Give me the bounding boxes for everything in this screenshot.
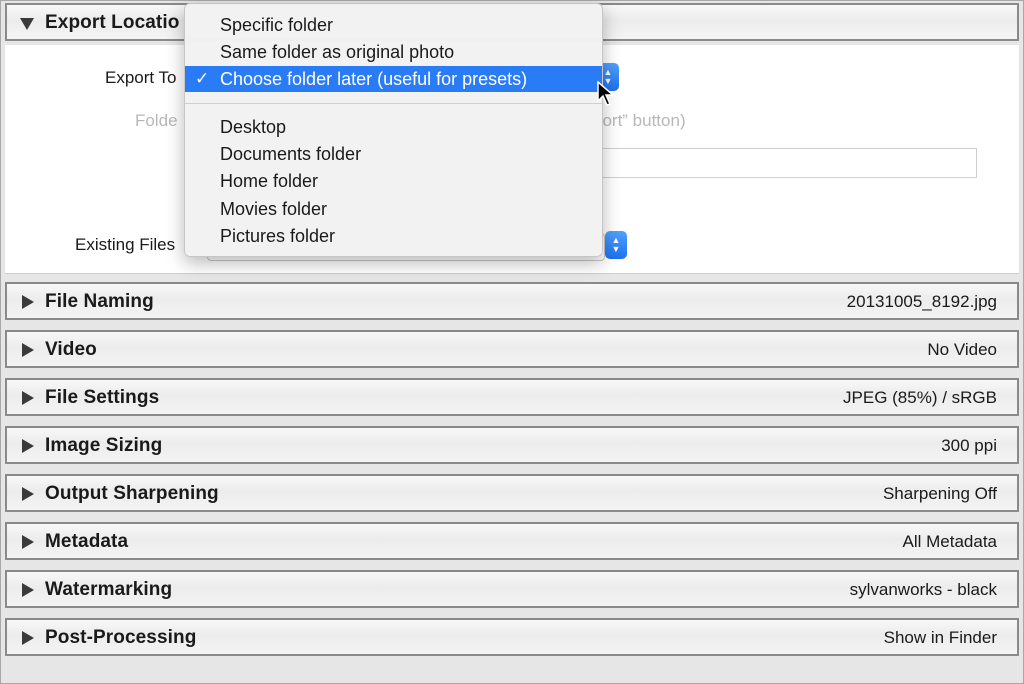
section-metadata[interactable]: Metadata All Metadata	[5, 522, 1019, 560]
menu-item-pictures[interactable]: Pictures folder	[185, 223, 602, 249]
menu-item-label: Same folder as original photo	[220, 42, 455, 62]
menu-item-label: Pictures folder	[220, 226, 336, 246]
folder-path-field[interactable]	[601, 148, 977, 178]
section-title: Export Locatio	[45, 12, 180, 33]
section-image-sizing[interactable]: Image Sizing 300 ppi	[5, 426, 1019, 464]
section-summary: sylvanworks - black	[849, 580, 997, 599]
section-video[interactable]: Video No Video	[5, 330, 1019, 368]
checkmark-icon: ✓	[195, 69, 210, 88]
menu-item-label: Documents folder	[220, 144, 362, 164]
export-dialog: Export Locatio Export To Folde port” but…	[0, 0, 1024, 684]
folder-note: port” button)	[593, 111, 686, 130]
section-output-sharpening[interactable]: Output Sharpening Sharpening Off	[5, 474, 1019, 512]
menu-item-label: Home folder	[220, 171, 319, 191]
menu-item-label: Specific folder	[220, 15, 334, 35]
export-to-dropdown-menu: Specific folder Same folder as original …	[184, 3, 603, 257]
section-watermarking[interactable]: Watermarking sylvanworks - black	[5, 570, 1019, 608]
section-post-processing[interactable]: Post-Processing Show in Finder	[5, 618, 1019, 656]
existing-files-label: Existing Files	[75, 235, 176, 254]
section-title: Image Sizing	[45, 435, 163, 456]
section-summary: 300 ppi	[941, 436, 997, 455]
menu-item-label: Desktop	[220, 117, 287, 137]
menu-item-home[interactable]: Home folder	[185, 168, 602, 194]
section-title: Watermarking	[45, 579, 173, 600]
menu-item-same-folder[interactable]: Same folder as original photo	[185, 39, 602, 65]
triangle-right-icon[interactable]	[19, 390, 35, 406]
triangle-right-icon[interactable]	[19, 630, 35, 646]
section-title: File Settings	[45, 387, 160, 408]
triangle-right-icon[interactable]	[19, 438, 35, 454]
folder-label: Folde	[135, 111, 178, 130]
menu-separator	[185, 103, 602, 104]
section-summary: All Metadata	[902, 532, 998, 551]
menu-item-choose-later[interactable]: ✓ Choose folder later (useful for preset…	[185, 66, 602, 92]
export-to-label: Export To	[105, 68, 177, 87]
section-title: Metadata	[45, 531, 129, 552]
section-title: Output Sharpening	[45, 483, 219, 504]
triangle-down-icon[interactable]	[19, 15, 35, 31]
menu-item-label: Movies folder	[220, 199, 328, 219]
section-title: Post-Processing	[45, 627, 197, 648]
triangle-right-icon[interactable]	[19, 294, 35, 310]
menu-item-movies[interactable]: Movies folder	[185, 196, 602, 222]
section-summary: No Video	[927, 340, 997, 359]
menu-item-documents[interactable]: Documents folder	[185, 141, 602, 167]
section-file-settings[interactable]: File Settings JPEG (85%) / sRGB	[5, 378, 1019, 416]
mouse-pointer-icon	[597, 81, 615, 106]
section-title: File Naming	[45, 291, 154, 312]
triangle-right-icon[interactable]	[19, 534, 35, 550]
menu-item-label: Choose folder later (useful for presets)	[220, 69, 528, 89]
triangle-right-icon[interactable]	[19, 582, 35, 598]
section-file-naming[interactable]: File Naming 20131005_8192.jpg	[5, 282, 1019, 320]
menu-item-specific-folder[interactable]: Specific folder	[185, 12, 602, 38]
triangle-right-icon[interactable]	[19, 486, 35, 502]
section-summary: Sharpening Off	[882, 484, 997, 503]
section-summary: Show in Finder	[883, 628, 997, 647]
triangle-right-icon[interactable]	[19, 342, 35, 358]
menu-item-desktop[interactable]: Desktop	[185, 114, 602, 140]
section-summary: 20131005_8192.jpg	[846, 292, 997, 311]
chevron-up-down-icon[interactable]: ▲ ▼	[605, 231, 627, 259]
section-summary: JPEG (85%) / sRGB	[843, 388, 997, 407]
section-title: Video	[45, 339, 97, 360]
